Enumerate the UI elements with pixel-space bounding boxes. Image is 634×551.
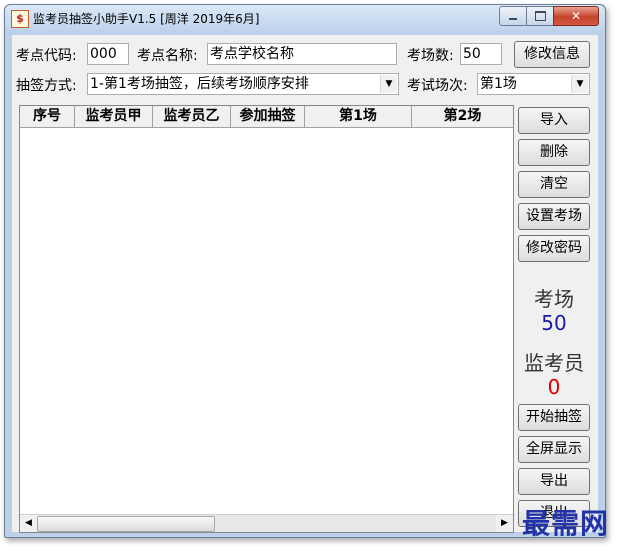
session-select[interactable]: 第1场 ▼ xyxy=(477,73,590,95)
column-header[interactable]: 序号 xyxy=(20,106,75,127)
clear-button[interactable]: 清空 xyxy=(518,171,590,198)
client-area: 考点代码: 000 考点名称: 考点学校名称 考场数: 50 修改信息 抽签方式… xyxy=(12,35,598,533)
column-header[interactable]: 监考员乙 xyxy=(153,106,231,127)
change-password-button[interactable]: 修改密码 xyxy=(518,235,590,262)
app-icon: $ xyxy=(11,10,29,28)
title-bar[interactable]: $ 监考员抽签小助手V1.5 [周洋 2019年6月] ✕ xyxy=(5,5,605,31)
site-name-label: 考点名称: xyxy=(137,48,198,64)
start-draw-button[interactable]: 开始抽签 xyxy=(518,404,590,431)
column-header[interactable]: 第1场 xyxy=(305,106,412,127)
close-button[interactable]: ✕ xyxy=(553,6,599,26)
draw-mode-value: 1-第1考场抽签，后续考场顺序安排 xyxy=(90,76,309,92)
draw-mode-label: 抽签方式: xyxy=(16,78,77,94)
column-header[interactable]: 参加抽签 xyxy=(231,106,305,127)
chevron-down-icon[interactable]: ▼ xyxy=(571,75,588,93)
proctor-table[interactable]: 序号 监考员甲 监考员乙 参加抽签 第1场 第2场 ◀ ▶ xyxy=(19,105,514,533)
window-title: 监考员抽签小助手V1.5 [周洋 2019年6月] xyxy=(33,12,260,26)
site-code-label: 考点代码: xyxy=(16,48,77,64)
session-value: 第1场 xyxy=(480,76,517,92)
delete-button[interactable]: 删除 xyxy=(518,139,590,166)
set-rooms-button[interactable]: 设置考场 xyxy=(518,203,590,230)
rooms-stat-value: 50 xyxy=(541,311,567,335)
session-label: 考试场次: xyxy=(407,78,468,94)
watermark-logo: 最需网 xyxy=(522,507,610,540)
draw-mode-select[interactable]: 1-第1考场抽签，后续考场顺序安排 ▼ xyxy=(87,73,399,95)
import-button[interactable]: 导入 xyxy=(518,107,590,134)
scroll-left-icon[interactable]: ◀ xyxy=(20,515,37,532)
table-header: 序号 监考员甲 监考员乙 参加抽签 第1场 第2场 xyxy=(20,106,513,128)
chevron-down-icon[interactable]: ▼ xyxy=(380,75,397,93)
export-button[interactable]: 导出 xyxy=(518,468,590,495)
modify-info-button[interactable]: 修改信息 xyxy=(514,41,590,68)
maximize-button[interactable] xyxy=(526,6,554,26)
window-controls: ✕ xyxy=(499,6,599,26)
horizontal-scrollbar[interactable]: ◀ ▶ xyxy=(20,514,513,532)
fullscreen-button[interactable]: 全屏显示 xyxy=(518,436,590,463)
column-header[interactable]: 监考员甲 xyxy=(75,106,153,127)
minimize-button[interactable] xyxy=(499,6,527,26)
scroll-thumb[interactable] xyxy=(37,516,215,532)
proctors-stat-label: 监考员 xyxy=(524,351,584,375)
app-window: $ 监考员抽签小助手V1.5 [周洋 2019年6月] ✕ 考点代码: 000 … xyxy=(4,4,606,538)
site-name-input[interactable]: 考点学校名称 xyxy=(207,43,397,65)
site-code-input[interactable]: 000 xyxy=(87,43,129,65)
room-count-input[interactable]: 50 xyxy=(460,43,502,65)
proctors-stat-value: 0 xyxy=(547,375,561,399)
column-header[interactable]: 第2场 xyxy=(412,106,513,127)
scroll-right-icon[interactable]: ▶ xyxy=(496,515,513,532)
rooms-stat-label: 考场 xyxy=(534,287,574,311)
room-count-label: 考场数: xyxy=(407,48,454,64)
